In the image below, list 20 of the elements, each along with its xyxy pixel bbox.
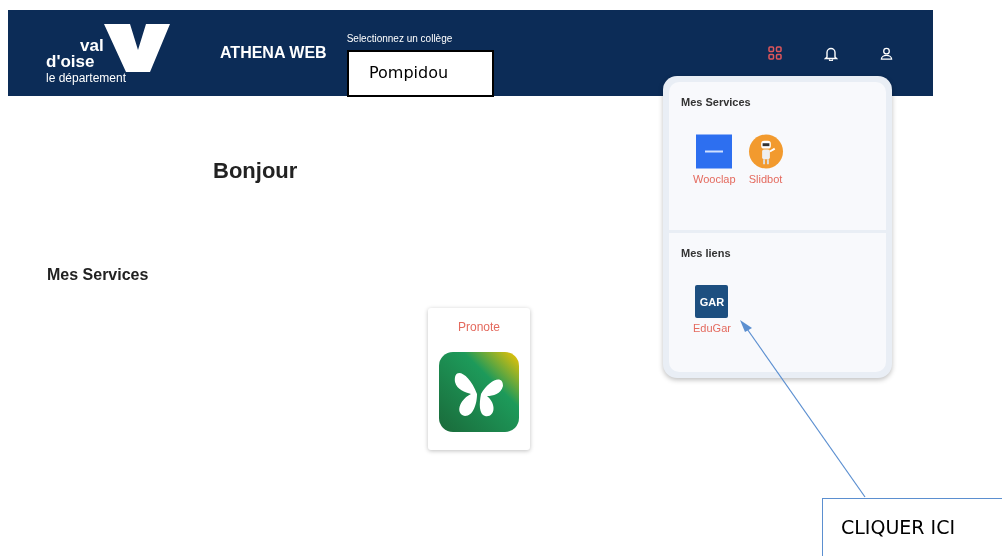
greeting-heading: Bonjour xyxy=(213,158,298,184)
service-card[interactable]: Pronote xyxy=(428,308,530,450)
gar-tile-icon[interactable]: GAR xyxy=(695,285,729,318)
app-link[interactable]: Wooclap xyxy=(693,173,736,185)
section-heading: Mes Services xyxy=(47,266,149,284)
popup-section-title: Mes Services xyxy=(681,96,751,108)
app-title: ATHENA WEB xyxy=(220,44,327,62)
logo-drawing: val d'oise le département xyxy=(46,18,170,88)
notification-bell-icon[interactable] xyxy=(824,45,838,61)
butterfly-app-icon xyxy=(439,352,519,432)
college-select[interactable]: Pompidou xyxy=(347,50,494,97)
user-icon[interactable] xyxy=(880,46,893,60)
callout-box: CLIQUER ICI xyxy=(822,498,1002,556)
app-link[interactable]: EduGar xyxy=(693,322,731,334)
app-link[interactable]: Slidbot xyxy=(748,173,783,185)
service-label: Pronote xyxy=(458,320,500,334)
app-tile-icon[interactable] xyxy=(696,134,733,169)
select-label: Selectionnez un collège xyxy=(346,33,453,44)
popup-section-title: Mes liens xyxy=(681,247,731,259)
apps-grid-icon[interactable] xyxy=(768,46,782,60)
